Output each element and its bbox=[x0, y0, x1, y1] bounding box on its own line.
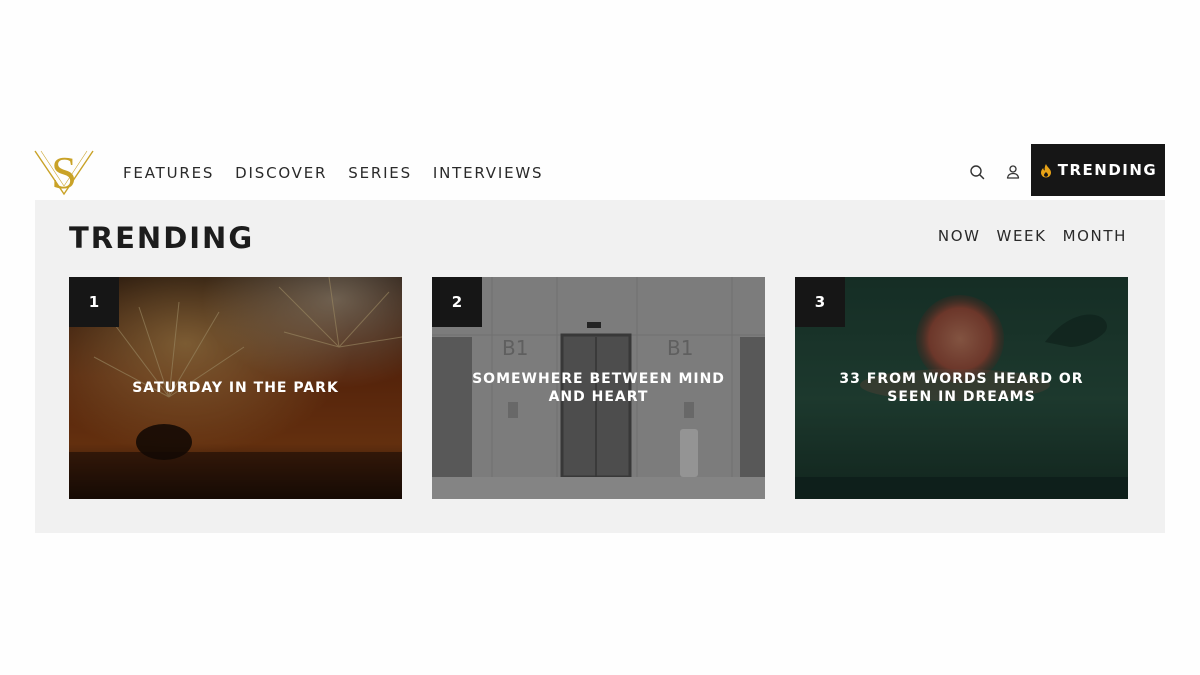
trending-button-label: TRENDING bbox=[1057, 161, 1158, 179]
range-tab-now[interactable]: NOW bbox=[938, 227, 981, 245]
card-title: SATURDAY IN THE PARK bbox=[132, 380, 339, 396]
range-tab-week[interactable]: WEEK bbox=[997, 227, 1047, 245]
site-logo[interactable]: S bbox=[33, 145, 95, 197]
card-title: SOMEWHERE BETWEEN MIND AND HEART bbox=[472, 371, 725, 405]
trending-card[interactable]: 1 SATURDAY IN THE PARK bbox=[69, 277, 402, 499]
trending-panel: TRENDING NOW WEEK MONTH 1 SATURDAY IN TH… bbox=[35, 200, 1165, 533]
search-icon[interactable] bbox=[968, 163, 986, 181]
main-nav: FEATURES DISCOVER SERIES INTERVIEWS bbox=[123, 164, 543, 182]
nav-discover[interactable]: DISCOVER bbox=[235, 164, 327, 182]
trending-button[interactable]: TRENDING bbox=[1031, 144, 1165, 196]
trending-range-tabs: NOW WEEK MONTH bbox=[938, 227, 1127, 245]
trending-title: TRENDING bbox=[69, 221, 255, 255]
trending-card[interactable]: 3 33 FROM WORDS HEARD OR SEEN IN DREAMS bbox=[795, 277, 1128, 499]
svg-text:S: S bbox=[51, 147, 77, 197]
range-tab-month[interactable]: MONTH bbox=[1063, 227, 1127, 245]
nav-interviews[interactable]: INTERVIEWS bbox=[433, 164, 543, 182]
nav-series[interactable]: SERIES bbox=[348, 164, 412, 182]
flame-icon bbox=[1039, 162, 1053, 178]
nav-features[interactable]: FEATURES bbox=[123, 164, 214, 182]
card-title: 33 FROM WORDS HEARD OR SEEN IN DREAMS bbox=[839, 371, 1084, 405]
user-icon[interactable] bbox=[1004, 163, 1022, 181]
trending-card[interactable]: B1 B1 2 SOMEWHERE BETWEEN MIND AND HEART bbox=[432, 277, 765, 499]
